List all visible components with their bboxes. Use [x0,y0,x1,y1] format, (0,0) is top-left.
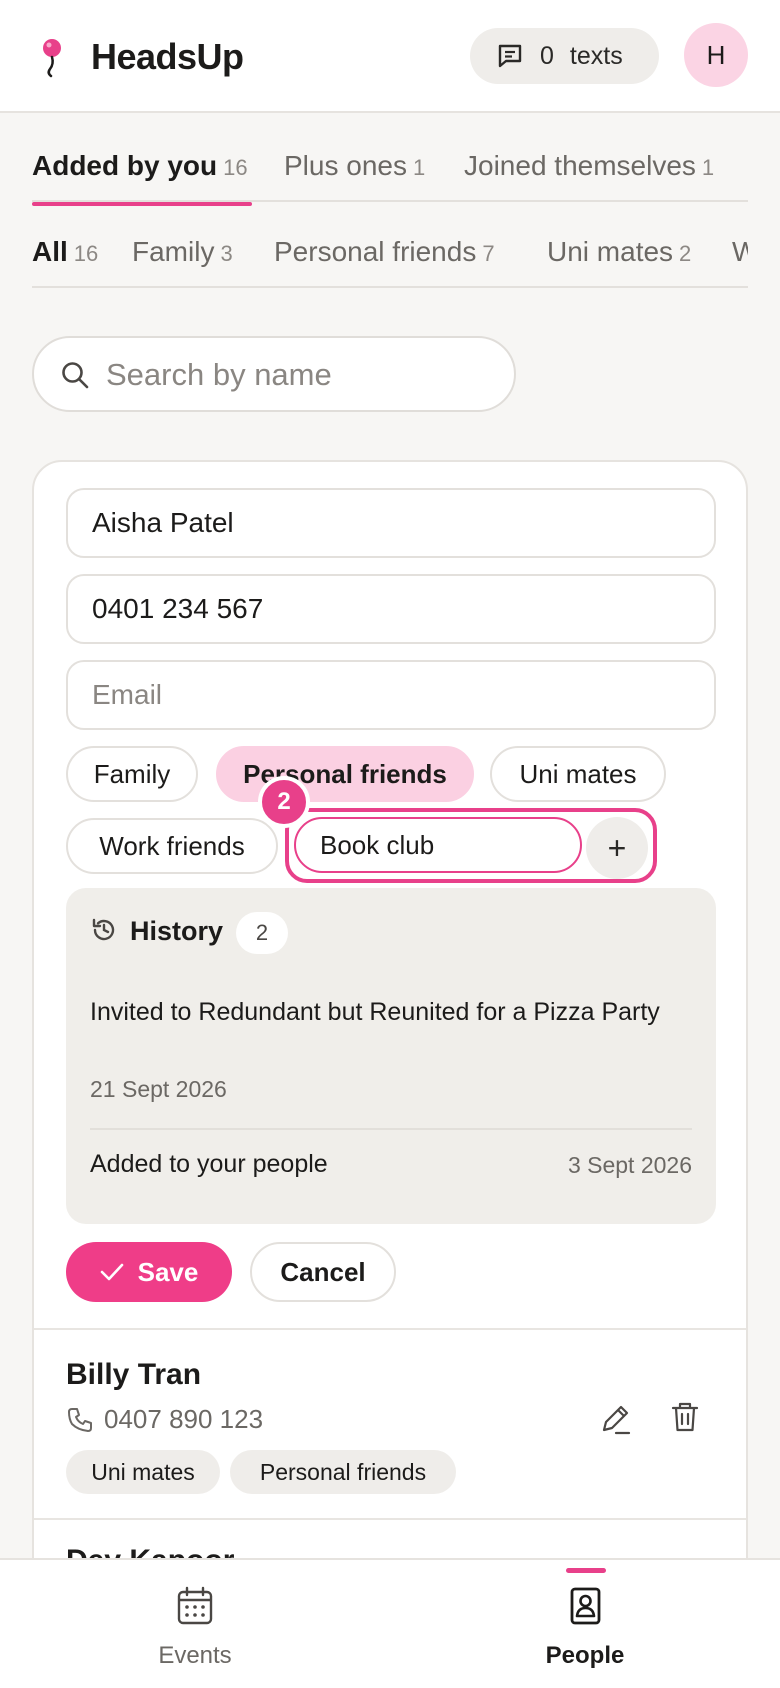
tab-count: 16 [73,241,99,266]
history-count-badge: 2 [236,912,288,954]
person-tag: Uni mates [66,1450,220,1494]
nav-label: People [545,1642,625,1669]
app-title: HeadsUp [91,36,244,77]
check-icon [100,1263,123,1281]
person-name[interactable]: Billy Tran [66,1358,201,1392]
save-button[interactable]: Save [66,1242,232,1302]
search-bar [32,336,516,412]
tab-count: 3 [220,241,233,266]
texts-counter-button[interactable]: 0 texts [470,28,659,84]
filter-tab-personal-friends[interactable]: Personal friends 7 [274,236,495,268]
tab-label: W [732,236,748,267]
history-icon [92,918,115,941]
search-icon [62,362,89,389]
tab-count: 1 [701,155,715,180]
filter-tab-family[interactable]: Family 3 [132,236,233,268]
source-tabs: Added by you 16 Plus ones 1 Joined themsel… [32,140,748,206]
tab-label: Plus ones [284,150,407,181]
history-event-text: Added to your people [90,1150,328,1178]
tab-added-by-you[interactable]: Added by you 16 [32,150,252,206]
new-group-input[interactable] [296,819,580,871]
tab-count: 1 [412,155,426,180]
email-field [66,660,716,730]
people-list-card: Family Personal friends Uni mates Work f… [32,460,748,1688]
row-divider [34,1328,746,1330]
tab-plus-ones[interactable]: Plus ones 1 [284,150,425,182]
tab-count: 7 [482,241,495,266]
tab-label: Added by you [32,150,218,181]
history-panel: History 2 Invited to Redundant but Reuni… [66,888,716,1224]
name-input[interactable] [68,490,714,556]
search-input[interactable] [106,352,486,398]
save-label: Save [137,1256,199,1287]
person-tag: Personal friends [230,1450,456,1494]
tab-label: All [32,236,68,267]
calendar-icon [177,1586,213,1625]
bottom-navigation: Events People [0,1558,780,1688]
nav-events[interactable]: Events [0,1560,390,1688]
filter-tab-work-friends[interactable]: W [732,236,748,268]
new-group-field [294,817,582,873]
tab-label: Family [132,236,215,267]
person-phone: 0407 890 123 [104,1404,264,1434]
trash-icon[interactable] [670,1400,700,1434]
phone-input[interactable] [68,576,714,642]
name-field [66,488,716,558]
add-group-button[interactable]: + [586,817,648,879]
group-chip-personal-friends[interactable]: Personal friends [216,746,474,802]
history-event-date: 3 Sept 2026 [567,1152,692,1178]
edit-pencil-icon[interactable] [598,1402,632,1436]
texts-count: 0 [540,41,554,70]
group-chip-work-friends[interactable]: Work friends [66,818,278,874]
texts-label: texts [569,41,623,70]
tab-label: Uni mates [547,236,674,267]
cancel-button[interactable]: Cancel [250,1242,396,1302]
tab-label: Personal friends [274,236,477,267]
history-event-text: Invited to Redundant but Reunited for a … [90,998,660,1026]
group-filter-tabs: All 16 Family 3 Personal friends 7 Uni mate… [32,226,748,288]
tab-count: 16 [223,155,248,180]
active-nav-indicator [566,1568,606,1573]
history-title: History [130,916,224,946]
history-divider [90,1128,692,1130]
app-header: HeadsUp 0 texts H [0,0,780,113]
step-badge: 2 [258,776,310,828]
user-avatar[interactable]: H [684,23,748,87]
nav-label: Events [158,1642,232,1669]
tab-joined-themselves[interactable]: Joined themselves 1 [464,150,714,182]
row-divider [34,1518,746,1520]
message-icon [498,44,522,68]
phone-icon [68,1408,92,1432]
filter-tab-all[interactable]: All 16 [32,236,98,268]
phone-field [66,574,716,644]
history-event-date: 21 Sept 2026 [90,1076,227,1102]
contacts-book-icon [570,1587,601,1625]
tab-count: 2 [679,241,692,266]
nav-people[interactable]: People [390,1560,780,1688]
group-chip-family[interactable]: Family [66,746,198,802]
email-input[interactable] [68,662,714,728]
filter-tab-uni-mates[interactable]: Uni mates 2 [547,236,691,268]
balloon-logo-icon [43,39,61,78]
tab-label: Joined themselves [464,150,696,181]
active-tab-indicator [32,202,252,206]
group-chip-uni-mates[interactable]: Uni mates [490,746,666,802]
